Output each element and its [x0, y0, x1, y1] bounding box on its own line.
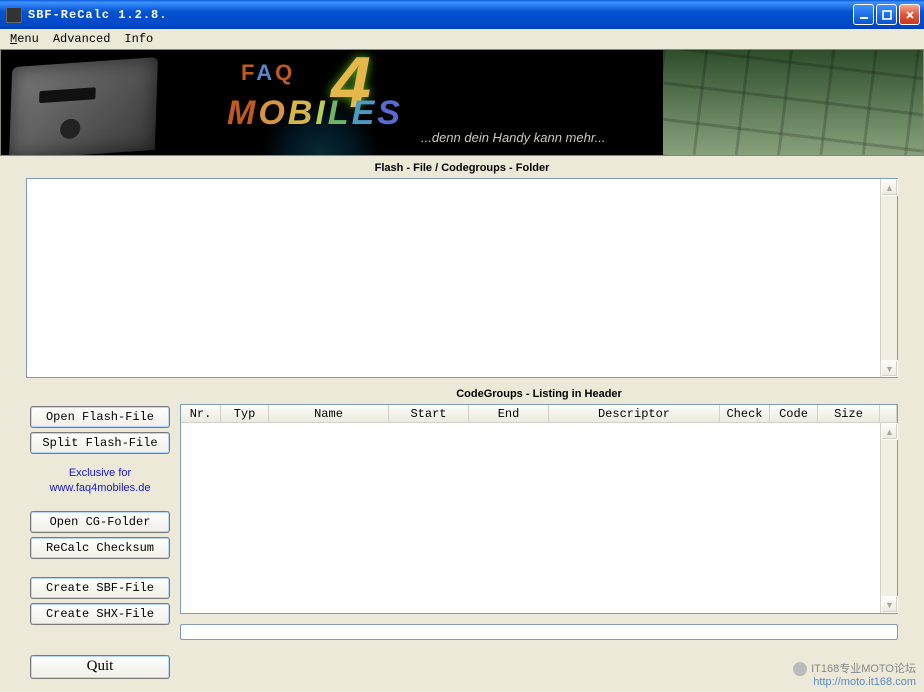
titlebar: SBF-ReCalc 1.2.8. — [0, 0, 924, 29]
banner-mobiles-text: MOBILES — [227, 94, 403, 133]
window-buttons — [853, 4, 920, 25]
menu-menu[interactable]: Menu — [6, 30, 43, 48]
col-name[interactable]: Name — [269, 405, 389, 422]
col-typ[interactable]: Typ — [221, 405, 269, 422]
close-button[interactable] — [899, 4, 920, 25]
client-area: FAQ 4 MOBILES ...denn dein Handy kann me… — [0, 49, 924, 679]
window-title: SBF-ReCalc 1.2.8. — [28, 8, 853, 22]
progress-bar — [180, 624, 898, 640]
list-header: Nr. Typ Name Start End Descriptor Check … — [181, 405, 897, 423]
scroll-up-icon[interactable]: ▲ — [881, 423, 898, 440]
menubar: Menu Advanced Info — [0, 29, 924, 49]
exclusive-line1: Exclusive for — [69, 467, 131, 479]
banner-keyboard-art — [663, 50, 923, 156]
open-cg-folder-button[interactable]: Open CG-Folder — [30, 511, 170, 533]
banner-phone-art — [9, 57, 158, 156]
codegroups-listview[interactable]: Nr. Typ Name Start End Descriptor Check … — [180, 404, 898, 614]
banner-logo: FAQ — [241, 60, 295, 86]
col-check[interactable]: Check — [720, 405, 770, 422]
maximize-button[interactable] — [876, 4, 897, 25]
col-nr[interactable]: Nr. — [181, 405, 221, 422]
exclusive-label: Exclusive for www.faq4mobiles.de — [30, 466, 170, 497]
create-sbf-file-button[interactable]: Create SBF-File — [30, 577, 170, 599]
col-pad — [880, 405, 897, 422]
quit-button[interactable]: Quit — [30, 655, 170, 679]
scroll-up-icon[interactable]: ▲ — [881, 179, 898, 196]
menu-info[interactable]: Info — [120, 30, 157, 48]
col-end[interactable]: End — [469, 405, 549, 422]
list-body[interactable] — [181, 423, 880, 613]
col-size[interactable]: Size — [818, 405, 880, 422]
col-code[interactable]: Code — [770, 405, 818, 422]
flash-file-textarea[interactable]: ▲ ▼ — [26, 178, 898, 378]
scroll-down-icon[interactable]: ▼ — [881, 596, 898, 613]
col-descriptor[interactable]: Descriptor — [549, 405, 720, 422]
codegroups-section-label: CodeGroups - Listing in Header — [180, 388, 898, 404]
scroll-down-icon[interactable]: ▼ — [881, 360, 898, 377]
create-shx-file-button[interactable]: Create SHX-File — [30, 603, 170, 625]
sidebar: Open Flash-File Split Flash-File Exclusi… — [30, 388, 170, 679]
list-scrollbar[interactable]: ▲ ▼ — [880, 423, 897, 613]
flash-scrollbar[interactable]: ▲ ▼ — [880, 179, 897, 377]
open-flash-file-button[interactable]: Open Flash-File — [30, 406, 170, 428]
recalc-checksum-button[interactable]: ReCalc Checksum — [30, 537, 170, 559]
banner-faq-text: FAQ — [241, 60, 295, 86]
split-flash-file-button[interactable]: Split Flash-File — [30, 432, 170, 454]
minimize-button[interactable] — [853, 4, 874, 25]
banner: FAQ 4 MOBILES ...denn dein Handy kann me… — [0, 49, 924, 156]
flash-section-label: Flash - File / Codegroups - Folder — [0, 156, 924, 178]
menu-advanced[interactable]: Advanced — [49, 30, 115, 48]
app-icon — [6, 7, 22, 23]
banner-tagline: ...denn dein Handy kann mehr... — [421, 130, 606, 145]
col-start[interactable]: Start — [389, 405, 469, 422]
exclusive-link: www.faq4mobiles.de — [50, 482, 151, 494]
